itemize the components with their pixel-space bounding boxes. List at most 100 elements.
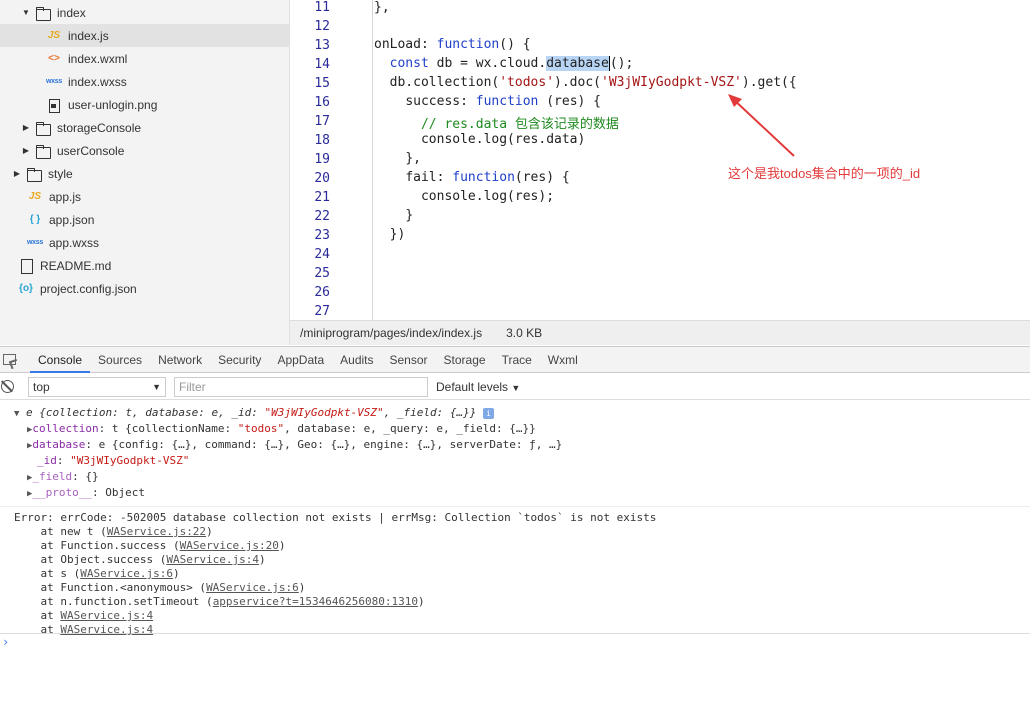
tab-sensor[interactable]: Sensor: [382, 347, 436, 373]
line-number: 20: [314, 171, 330, 186]
object-prop-proto[interactable]: ▶__proto__: Object: [27, 485, 145, 501]
code-line-18: console.log(res.data): [420, 132, 586, 147]
annotation-arrow: [728, 94, 795, 157]
code-line-15: db.collection('todos').doc('W3jWIyGodpkt…: [389, 75, 797, 90]
tree-item-label: storageConsole: [57, 120, 142, 135]
source-link[interactable]: WAService.js:4: [60, 623, 153, 636]
tree-item-index-js[interactable]: JS index.js: [0, 24, 289, 47]
source-link[interactable]: WAService.js:4: [60, 609, 153, 622]
source-link[interactable]: WAService.js:22: [107, 525, 206, 538]
source-link[interactable]: WAService.js:4: [166, 553, 259, 566]
line-number: 13: [314, 38, 330, 53]
collapsed-arrow-icon[interactable]: ▶: [12, 169, 22, 178]
clear-console-icon[interactable]: [1, 380, 14, 393]
line-number: 25: [314, 266, 330, 281]
tree-item-index-wxss[interactable]: wxss index.wxss: [0, 70, 289, 93]
inspect-element-icon[interactable]: [2, 351, 20, 369]
json-file-icon: { }: [29, 213, 41, 225]
tab-console[interactable]: Console: [30, 347, 91, 373]
tree-item-index[interactable]: ▼ index: [0, 1, 289, 24]
code-line-21: console.log(res);: [420, 189, 555, 204]
expanded-arrow-icon[interactable]: ▼: [21, 8, 31, 17]
dropdown-caret-icon: ▼: [152, 381, 161, 392]
folder-icon: [35, 144, 51, 159]
tree-item-app-json[interactable]: { } app.json: [0, 208, 289, 231]
line-number: 18: [314, 133, 330, 148]
code-line-13: onLoad: function() {: [374, 37, 531, 52]
object-prop-collection[interactable]: ▶collection: t {collectionName: "todos",…: [27, 421, 536, 437]
line-number: 22: [314, 209, 330, 224]
devtools-tabbar: Console Sources Network Security AppData Audi…: [0, 346, 1030, 373]
file-size: 3.0 KB: [506, 326, 543, 340]
code-line-17: // res.data 包含该记录的数据: [420, 117, 619, 132]
line-number: 15: [314, 76, 330, 91]
annotation-note: 这个是我todos集合中的一项的_id: [728, 166, 921, 181]
source-link[interactable]: appservice?t=1534646256080:1310: [213, 595, 418, 608]
info-icon: i: [483, 407, 495, 419]
line-number: 23: [314, 228, 330, 243]
tab-storage[interactable]: Storage: [436, 347, 494, 373]
logged-object[interactable]: ▼ e {collection: t, database: e, _id: "W…: [14, 405, 495, 421]
tree-item-readme-md[interactable]: README.md: [0, 254, 289, 277]
code-line-16: success: function (res) {: [405, 94, 602, 109]
console-prompt[interactable]: ›: [2, 635, 9, 649]
expanded-arrow-icon: ▼: [14, 409, 20, 419]
error-message: Error: errCode: -502005 database collect…: [0, 506, 1030, 636]
code-line-14: const db = wx.cloud.database();: [389, 56, 634, 71]
code-line-19: },: [405, 151, 421, 166]
source-link[interactable]: WAService.js:20: [180, 539, 279, 552]
dropdown-caret-icon: ▼: [511, 382, 521, 393]
tree-item-label: userConsole: [57, 143, 125, 158]
folder-icon: [35, 6, 51, 21]
tree-item-label: project.config.json: [40, 281, 137, 296]
context-select[interactable]: top ▼: [28, 376, 166, 397]
tab-wxml[interactable]: Wxml: [540, 347, 586, 373]
line-number: 16: [314, 95, 330, 110]
object-prop-database[interactable]: ▶database: e {config: {…}, command: {…},…: [27, 437, 562, 453]
image-file-icon: [46, 98, 62, 113]
tree-item-userconsole[interactable]: ▶ userConsole: [0, 139, 289, 162]
collapsed-arrow-icon[interactable]: ▶: [21, 123, 31, 132]
wxss-file-icon: wxss: [46, 77, 62, 85]
line-number: 11: [314, 0, 330, 15]
console-toolbar: top ▼ Filter Default levels ▼: [0, 374, 1030, 400]
tree-item-style[interactable]: ▶ style: [0, 162, 289, 185]
source-link[interactable]: WAService.js:6: [80, 567, 173, 580]
folder-icon: [35, 121, 51, 136]
js-file-icon: JS: [28, 190, 42, 202]
collapsed-arrow-icon[interactable]: ▶: [21, 146, 31, 155]
tree-item-app-wxss[interactable]: wxss app.wxss: [0, 231, 289, 254]
tab-trace[interactable]: Trace: [494, 347, 540, 373]
tree-item-label: user-unlogin.png: [68, 97, 158, 112]
object-prop-field[interactable]: ▶_field: {}: [27, 469, 99, 485]
tab-sources[interactable]: Sources: [90, 347, 150, 373]
code-editor[interactable]: 11 12 13 14 15 16 17 18 19 20 21 22 23 24 25 26 27 }, on…: [290, 0, 1030, 320]
tab-appdata[interactable]: AppData: [269, 347, 332, 373]
filter-input[interactable]: Filter: [174, 376, 428, 397]
tree-item-label: README.md: [40, 258, 112, 273]
stack-frame: at WAService.js:4: [14, 623, 154, 636]
log-levels-select[interactable]: Default levels ▼: [436, 380, 520, 394]
line-number: 12: [314, 19, 330, 34]
tree-item-label: index.wxml: [68, 51, 128, 66]
tree-item-app-js[interactable]: JS app.js: [0, 185, 289, 208]
indent-guide: [372, 0, 373, 320]
console-output: ▼ e {collection: t, database: e, _id: "W…: [0, 401, 1030, 722]
source-link[interactable]: WAService.js:6: [206, 581, 299, 594]
tab-audits[interactable]: Audits: [332, 347, 381, 373]
tree-item-label: style: [48, 166, 73, 181]
tree-item-user-unlogin-png[interactable]: user-unlogin.png: [0, 93, 289, 116]
tab-security[interactable]: Security: [210, 347, 269, 373]
line-number: 27: [314, 304, 330, 319]
line-number: 17: [314, 114, 330, 129]
object-prop-id: _id: "W3jWIyGodpkt-VSZ": [37, 454, 190, 467]
document-file-icon: [18, 258, 34, 274]
tree-item-project-config-json[interactable]: {o} project.config.json: [0, 277, 289, 300]
selected-text: database: [546, 56, 609, 71]
tree-item-storageconsole[interactable]: ▶ storageConsole: [0, 116, 289, 139]
line-number: 21: [314, 190, 330, 205]
tree-item-index-wxml[interactable]: <> index.wxml: [0, 47, 289, 70]
wxss-file-icon: wxss: [27, 238, 43, 246]
tab-network[interactable]: Network: [150, 347, 210, 373]
tree-item-label: app.wxss: [49, 235, 100, 250]
